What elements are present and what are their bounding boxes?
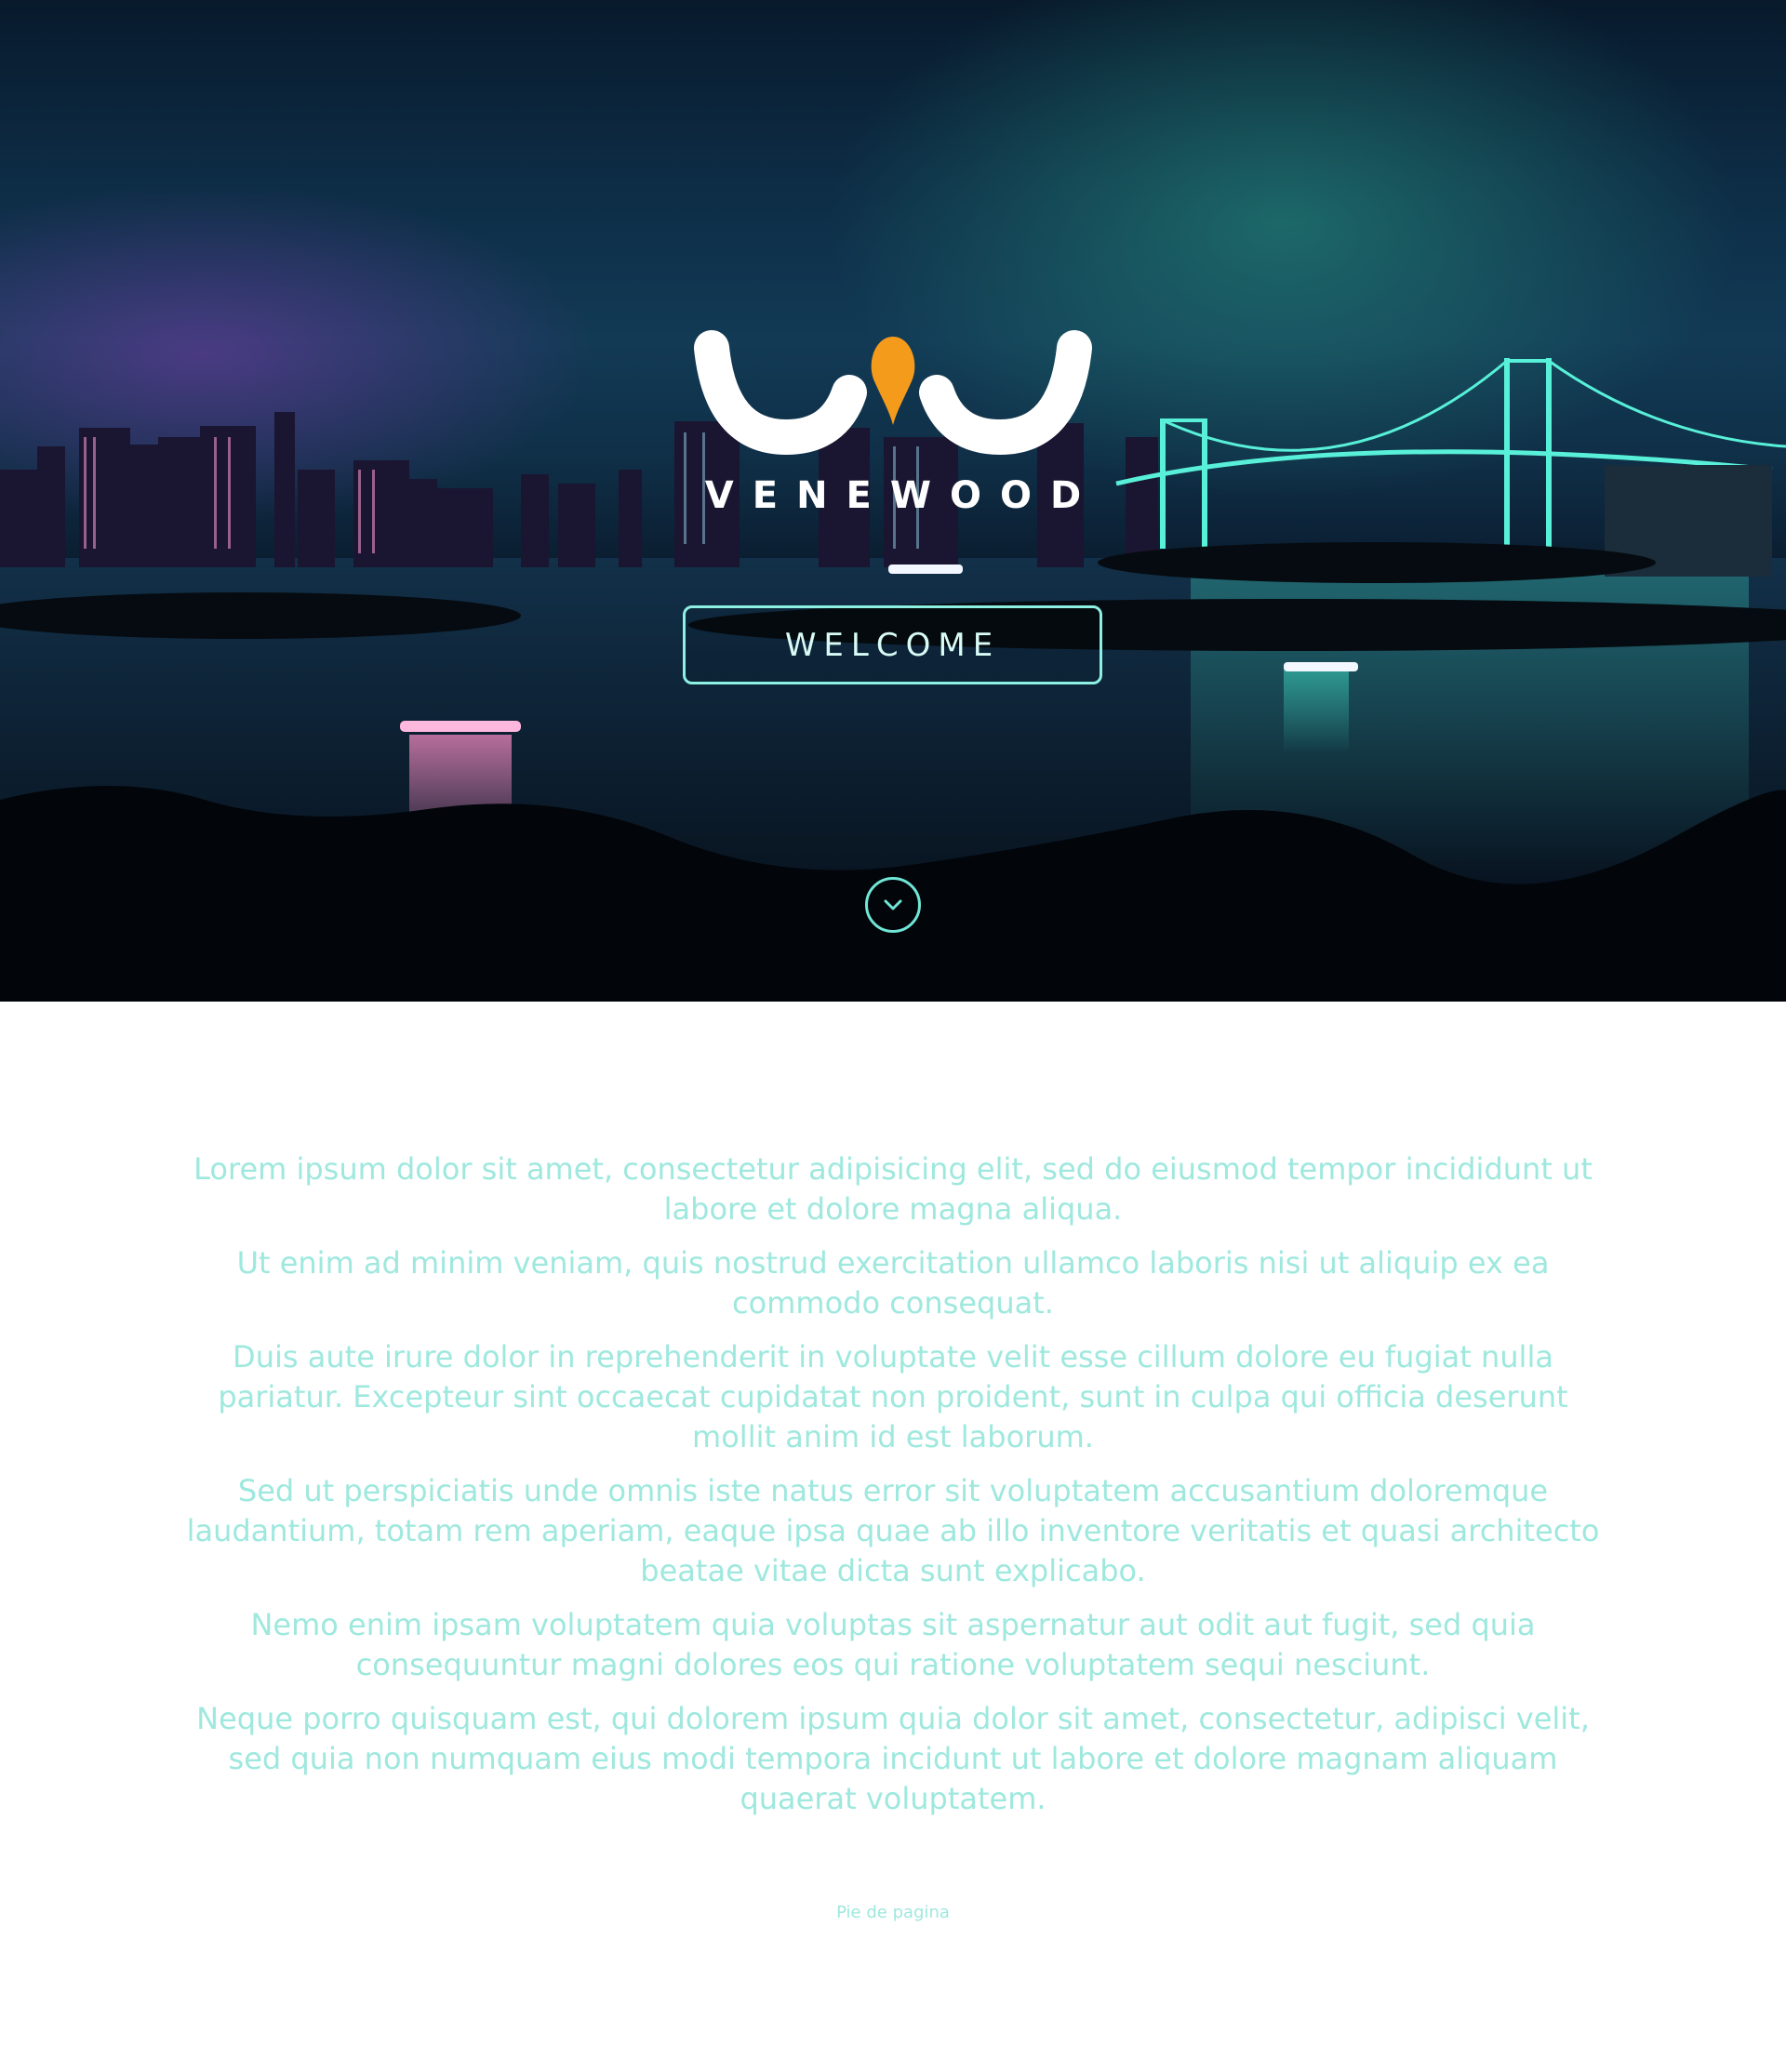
- chevron-down-icon: [884, 899, 902, 910]
- welcome-button[interactable]: WELCOME: [683, 605, 1102, 684]
- scroll-down-button[interactable]: [865, 877, 921, 933]
- paragraph-3: Duis aute irure dolor in reprehenderit i…: [218, 1339, 1568, 1454]
- footer: Pie de pagina: [0, 1903, 1786, 1922]
- paragraph-6: Neque porro quisquam est, qui dolorem ip…: [196, 1701, 1590, 1816]
- brand-name: VENEWOOD: [704, 474, 1100, 517]
- intro-text: Lorem ipsum dolor sit amet, consectetur …: [186, 1149, 1600, 1833]
- paragraph-2: Ut enim ad minim veniam, quis nostrud ex…: [236, 1245, 1550, 1321]
- welcome-label: WELCOME: [784, 626, 1001, 664]
- hero-section: VENEWOOD WELCOME: [0, 0, 1786, 1002]
- paragraph-5: Nemo enim ipsam voluptatem quia voluptas…: [250, 1607, 1536, 1682]
- paragraph-1: Lorem ipsum dolor sit amet, consectetur …: [193, 1151, 1593, 1227]
- paragraph-4: Sed ut perspiciatis unde omnis iste natu…: [186, 1473, 1600, 1588]
- footer-text: Pie de pagina: [836, 1903, 950, 1922]
